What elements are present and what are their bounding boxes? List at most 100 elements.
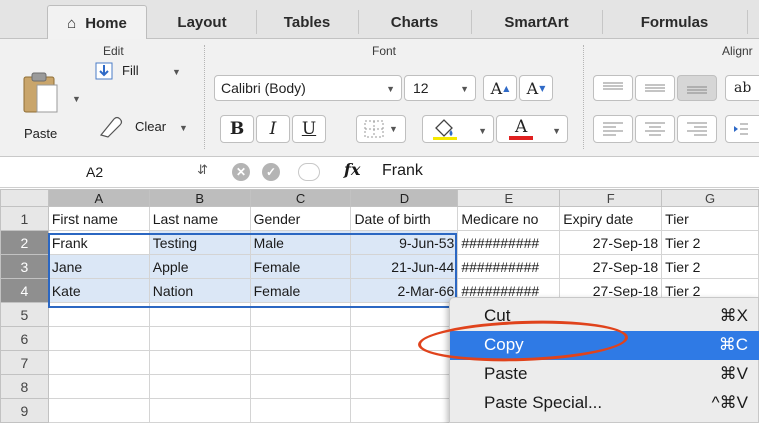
grow-font-button[interactable]: A ▲ xyxy=(483,75,517,101)
cell[interactable]: ########## xyxy=(457,254,561,279)
cell[interactable]: Tier 2 xyxy=(661,230,759,255)
column-header[interactable]: E xyxy=(457,189,561,207)
cell[interactable]: 2-Mar-66 xyxy=(350,278,459,303)
cell[interactable] xyxy=(47,326,150,351)
cell[interactable] xyxy=(249,350,352,375)
tab-formulas[interactable]: Formulas xyxy=(602,6,748,39)
fill-color-button[interactable]: ▼ xyxy=(422,115,494,143)
cell[interactable]: Female xyxy=(249,278,352,303)
column-header[interactable]: B xyxy=(148,189,251,207)
cell[interactable]: Last name xyxy=(148,206,251,231)
italic-button[interactable]: I xyxy=(256,115,290,143)
paste-button[interactable]: ▼ Paste xyxy=(20,72,81,150)
cell[interactable]: Gender xyxy=(249,206,352,231)
cell[interactable]: Date of birth xyxy=(350,206,459,231)
cell[interactable] xyxy=(350,350,459,375)
row-header[interactable]: 8 xyxy=(0,374,49,399)
align-middle-button[interactable] xyxy=(635,75,675,101)
tab-smartart[interactable]: SmartArt xyxy=(471,6,603,39)
indent-button[interactable] xyxy=(725,115,759,143)
bold-button[interactable]: B xyxy=(220,115,254,143)
cell[interactable] xyxy=(148,302,251,327)
cell[interactable]: Male xyxy=(249,230,352,255)
cell[interactable] xyxy=(249,302,352,327)
row-header[interactable]: 7 xyxy=(0,350,49,375)
cell[interactable] xyxy=(47,302,150,327)
cell[interactable] xyxy=(350,398,459,423)
active-cell[interactable]: Frank xyxy=(47,230,150,255)
select-all-corner[interactable] xyxy=(0,189,49,207)
font-color-button[interactable]: A ▼ xyxy=(496,115,568,143)
wrap-text-button[interactable]: ab xyxy=(725,75,759,101)
row-header[interactable]: 1 xyxy=(0,206,49,231)
underline-button[interactable]: U xyxy=(292,115,326,143)
cell[interactable]: Medicare no xyxy=(457,206,561,231)
row-header[interactable]: 6 xyxy=(0,326,49,351)
insert-function-button[interactable]: fx xyxy=(344,160,360,179)
cell[interactable]: Female xyxy=(249,254,352,279)
cell[interactable]: Tier xyxy=(661,206,759,231)
column-header[interactable]: C xyxy=(249,189,352,207)
cell[interactable]: Jane xyxy=(47,254,150,279)
tab-charts[interactable]: Charts xyxy=(358,6,472,39)
row-header[interactable]: 5 xyxy=(0,302,49,327)
borders-button[interactable]: ▼ xyxy=(356,115,406,143)
align-bottom-button[interactable] xyxy=(677,75,717,101)
cell[interactable]: 21-Jun-44 xyxy=(350,254,459,279)
shrink-font-button[interactable]: A ▼ xyxy=(519,75,553,101)
cell[interactable] xyxy=(148,374,251,399)
cell[interactable]: 9-Jun-53 xyxy=(350,230,459,255)
cell[interactable]: Nation xyxy=(148,278,251,303)
cell[interactable]: Apple xyxy=(148,254,251,279)
row-header[interactable]: 4 xyxy=(0,278,49,303)
cell[interactable] xyxy=(249,374,352,399)
cell[interactable]: 27-Sep-18 xyxy=(559,254,663,279)
cell[interactable] xyxy=(350,326,459,351)
tab-layout[interactable]: Layout xyxy=(148,6,257,39)
cell[interactable]: ########## xyxy=(457,230,561,255)
formula-builder-icon[interactable] xyxy=(298,163,320,181)
font-size-select[interactable]: 12 ▼ xyxy=(404,75,476,101)
column-header[interactable]: A xyxy=(47,189,150,207)
column-header[interactable]: D xyxy=(350,189,459,207)
cell[interactable] xyxy=(350,374,459,399)
align-top-button[interactable] xyxy=(593,75,633,101)
cell[interactable] xyxy=(148,350,251,375)
clear-button[interactable]: Clear ▼ xyxy=(92,115,192,139)
cell[interactable] xyxy=(47,398,150,423)
menu-item-cut[interactable]: Cut ⌘X xyxy=(450,302,759,331)
cell[interactable] xyxy=(47,374,150,399)
menu-item-paste[interactable]: Paste ⌘V xyxy=(450,360,759,389)
row-header[interactable]: 9 xyxy=(0,398,49,423)
cell[interactable]: First name xyxy=(47,206,150,231)
formula-input[interactable]: Frank xyxy=(382,162,423,180)
cell[interactable]: Testing xyxy=(148,230,251,255)
column-header[interactable]: G xyxy=(661,189,759,207)
cell[interactable] xyxy=(350,302,459,327)
confirm-icon[interactable]: ✓ xyxy=(262,163,280,181)
row-header[interactable]: 3 xyxy=(0,254,49,279)
menu-item-paste-special[interactable]: Paste Special... ^⌘V xyxy=(450,389,759,418)
cell[interactable]: Tier 2 xyxy=(661,254,759,279)
name-box-stepper-icon[interactable]: ⇵ xyxy=(197,162,208,178)
font-name-select[interactable]: Calibri (Body) ▼ xyxy=(214,75,402,101)
align-left-button[interactable] xyxy=(593,115,633,143)
tab-tables[interactable]: Tables xyxy=(256,6,359,39)
cell[interactable]: 27-Sep-18 xyxy=(559,230,663,255)
align-center-button[interactable] xyxy=(635,115,675,143)
cell[interactable]: Kate xyxy=(47,278,150,303)
fill-button[interactable]: Fill ▼ xyxy=(92,59,182,83)
cell[interactable] xyxy=(148,326,251,351)
column-header[interactable]: F xyxy=(559,189,663,207)
row-header[interactable]: 2 xyxy=(0,230,49,255)
cell[interactable] xyxy=(47,350,150,375)
cell[interactable] xyxy=(249,326,352,351)
cell[interactable] xyxy=(249,398,352,423)
paste-dropdown-icon[interactable]: ▼ xyxy=(72,94,81,104)
fill-dropdown-icon[interactable]: ▼ xyxy=(172,67,181,77)
cancel-icon[interactable]: ✕ xyxy=(232,163,250,181)
menu-item-copy[interactable]: Copy ⌘C xyxy=(450,331,759,360)
cell[interactable]: Expiry date xyxy=(559,206,663,231)
align-right-button[interactable] xyxy=(677,115,717,143)
tab-home[interactable]: ⌂ Home xyxy=(47,5,147,40)
